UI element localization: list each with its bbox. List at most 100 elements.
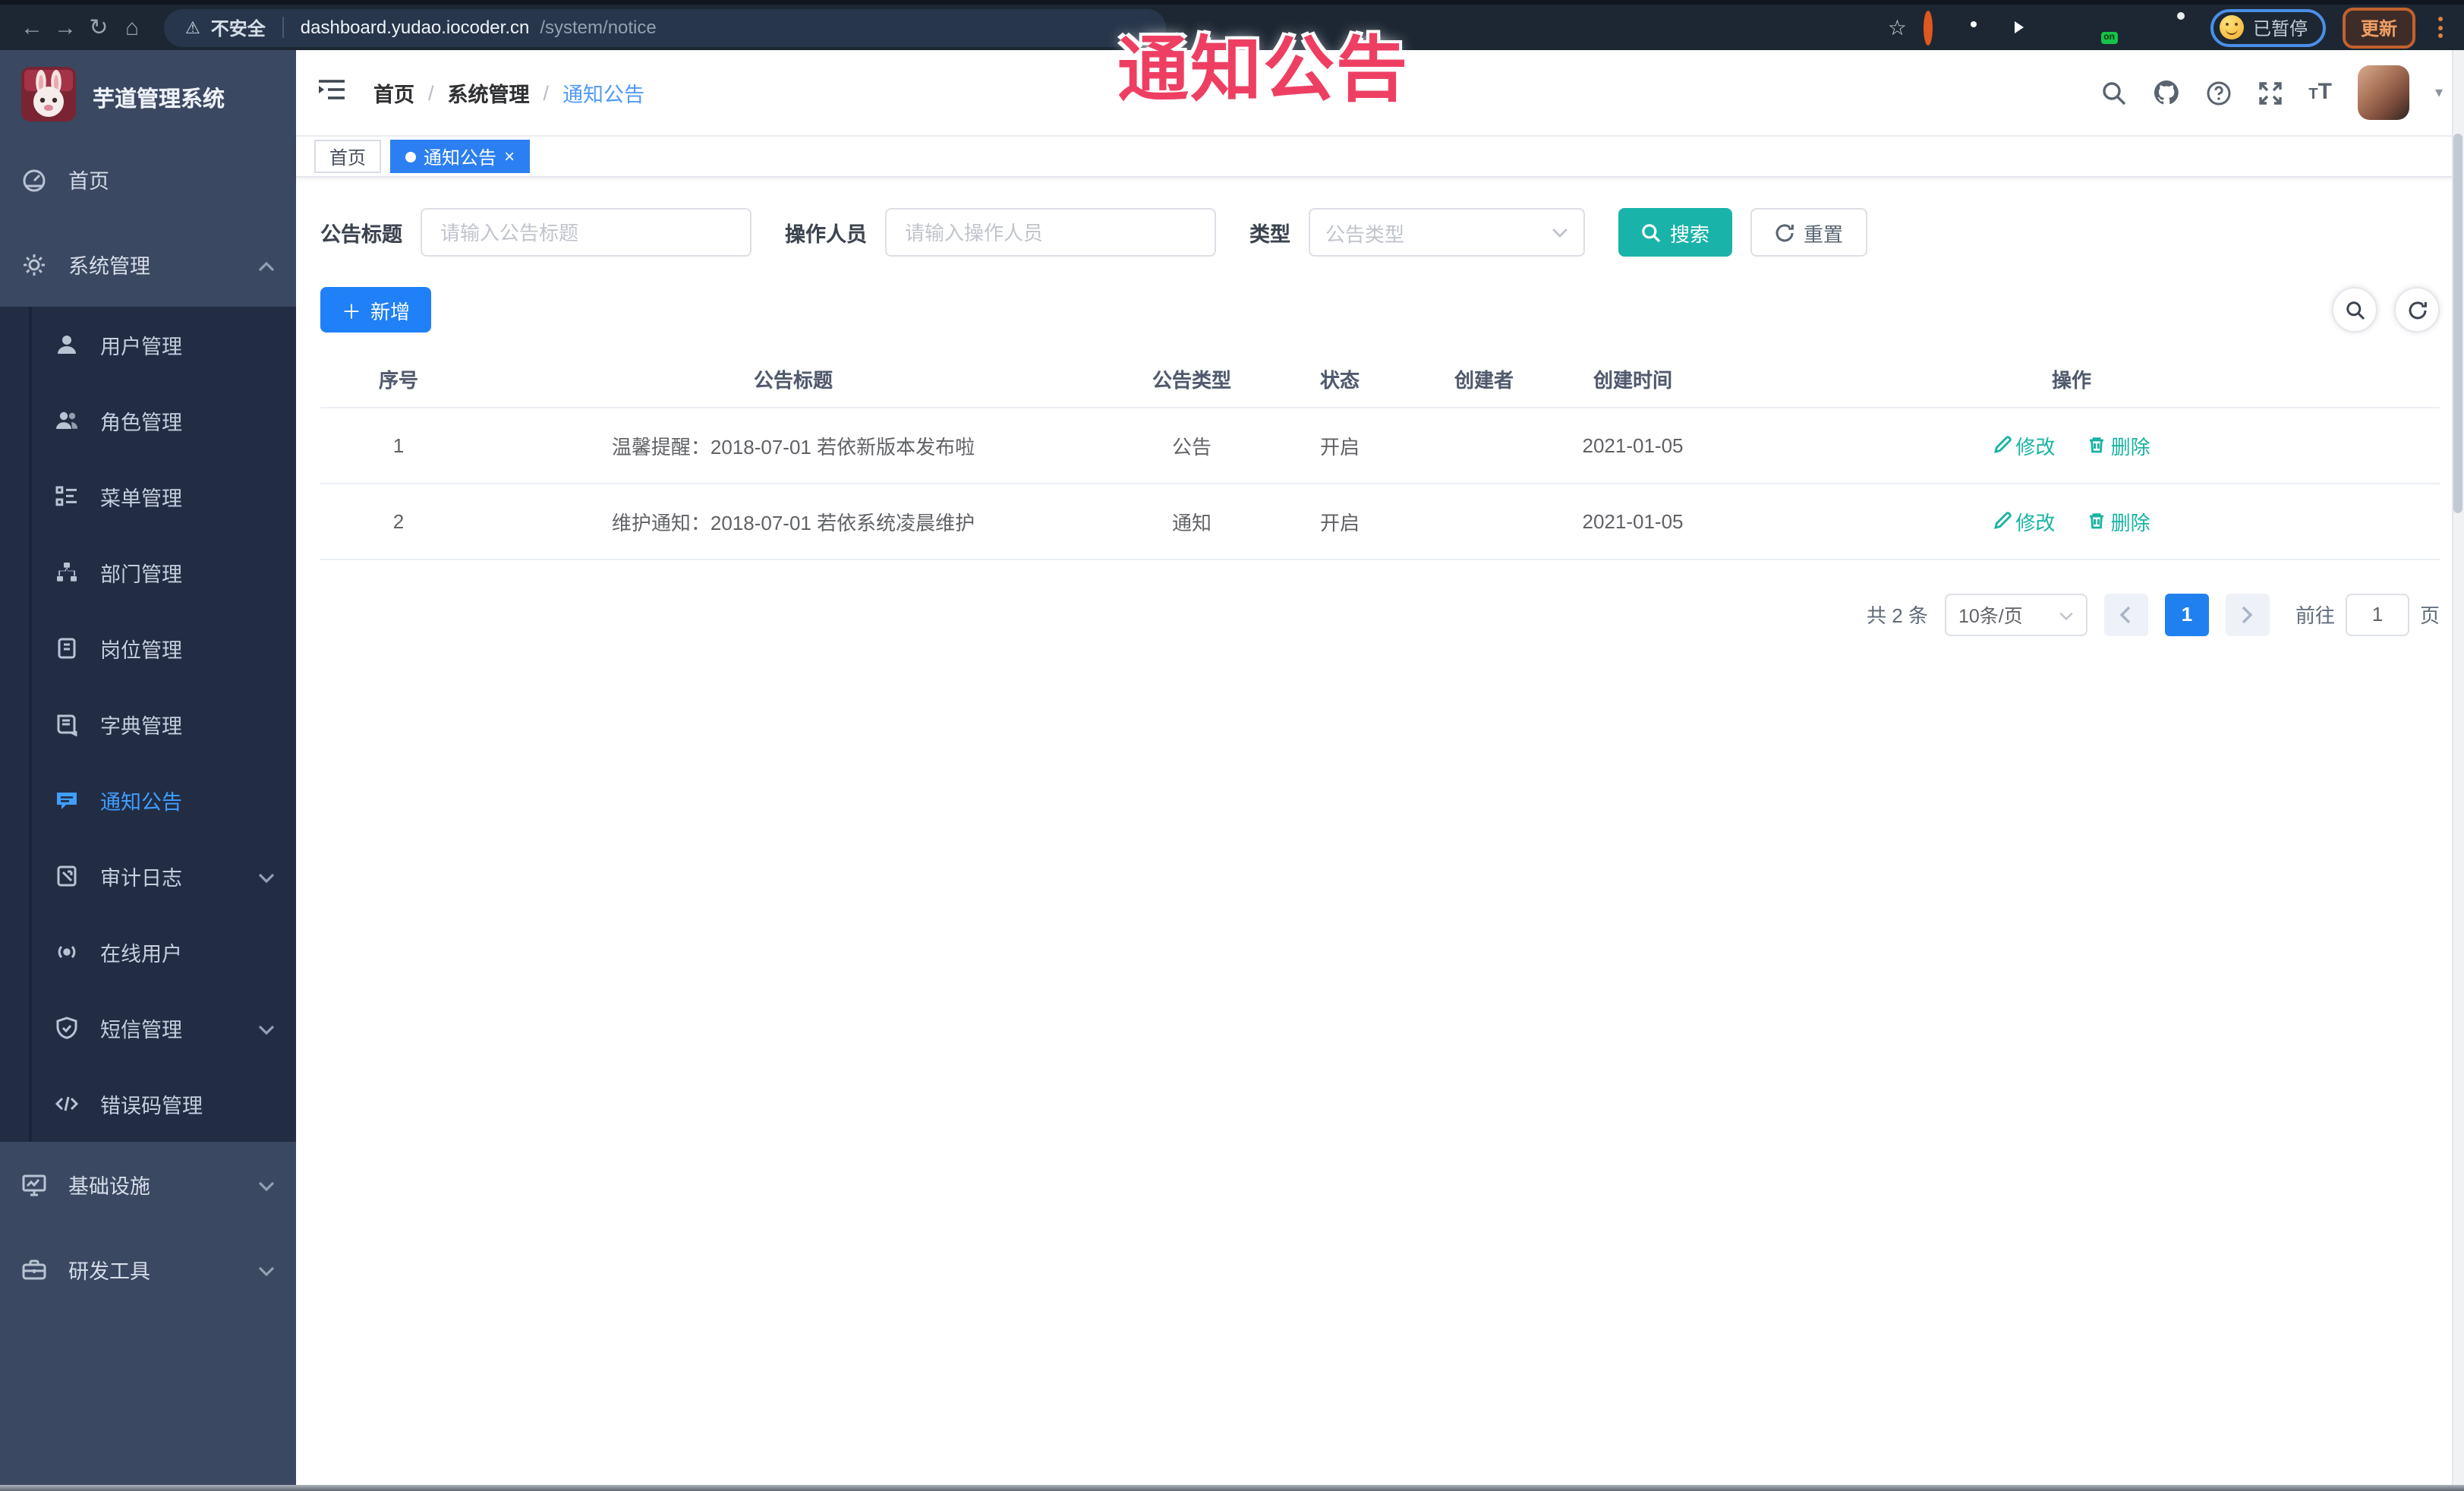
browser-menu-icon[interactable]: [2432, 14, 2449, 41]
table-row: 2 维护通知：2018-07-01 若依系统凌晨维护 通知 开启 2021-01…: [320, 483, 2440, 560]
page-content: 公告标题 操作人员 类型 公告类型 搜索 重置: [296, 178, 2464, 1491]
sidebar-item-user-mgmt[interactable]: 用户管理: [0, 307, 296, 383]
sidebar-item-system[interactable]: 系统管理: [0, 222, 296, 307]
font-size-icon[interactable]: TT: [2308, 79, 2332, 106]
goto-page-input[interactable]: [2345, 593, 2409, 635]
browser-back-icon[interactable]: ←: [15, 14, 49, 40]
col-header-type: 公告类型: [1110, 352, 1274, 408]
users-icon: [55, 408, 79, 433]
window-scrollbar-thumb[interactable]: [2453, 134, 2462, 513]
fullscreen-icon[interactable]: [2257, 80, 2283, 106]
profile-paused-chip[interactable]: 已暂停: [2210, 8, 2326, 46]
cell-created: 2021-01-05: [1562, 483, 1703, 560]
col-header-no: 序号: [320, 352, 477, 408]
extension-green-circle-icon[interactable]: [2006, 15, 2030, 39]
sidebar-item-role-mgmt[interactable]: 角色管理: [0, 383, 296, 459]
not-secure-warning-icon: ⚠: [185, 19, 200, 37]
window-scrollbar-track[interactable]: [2452, 50, 2464, 1485]
filter-operator-input[interactable]: [885, 208, 1216, 257]
cell-type: 通知: [1110, 483, 1274, 560]
extension-leaf-icon[interactable]: [2128, 15, 2153, 39]
sidebar-item-home[interactable]: 首页: [0, 137, 296, 222]
cell-creator: [1406, 407, 1562, 484]
delete-link[interactable]: 删除: [2088, 430, 2150, 459]
sidebar-item-audit-log[interactable]: 审计日志: [0, 838, 296, 914]
pagination: 共 2 条 10条/页 1 前往 页: [320, 593, 2440, 635]
not-secure-label: 不安全: [210, 17, 266, 39]
sidebar-logo-row[interactable]: 芋道管理系统: [0, 58, 296, 137]
cell-no: 1: [320, 407, 477, 484]
col-header-title: 公告标题: [477, 352, 1110, 408]
sidebar-item-errorcode-mgmt[interactable]: 错误码管理: [0, 1066, 296, 1142]
tag-close-icon[interactable]: ×: [504, 147, 515, 165]
edit-link[interactable]: 修改: [1993, 430, 2055, 459]
sidebar-item-sms-mgmt[interactable]: 短信管理: [0, 990, 296, 1066]
bookmark-star-icon[interactable]: ☆: [1888, 14, 1907, 40]
browser-forward-icon[interactable]: →: [49, 14, 82, 40]
avatar-caret-icon[interactable]: ▾: [2435, 84, 2443, 101]
tag-home[interactable]: 首页: [314, 140, 382, 173]
page-size-select[interactable]: 10条/页: [1944, 593, 2087, 635]
trash-icon: [2090, 437, 2104, 453]
breadcrumb-system[interactable]: 系统管理: [448, 77, 530, 108]
header-search-icon[interactable]: [2100, 80, 2126, 106]
cell-status: 开启: [1274, 483, 1406, 560]
next-page-button[interactable]: [2225, 593, 2270, 635]
extension-switch-icon[interactable]: on: [2087, 15, 2118, 44]
sidebar-item-dev-tools[interactable]: 研发工具: [0, 1227, 296, 1312]
app-logo: [21, 66, 76, 128]
prev-page-button[interactable]: [2103, 593, 2148, 635]
browser-home-icon[interactable]: ⌂: [115, 14, 149, 40]
cell-title: 维护通知：2018-07-01 若依系统凌晨维护: [477, 483, 1110, 560]
book-icon: [55, 712, 79, 736]
sidebar-item-menu-mgmt[interactable]: 菜单管理: [0, 459, 296, 534]
reset-button[interactable]: 重置: [1750, 208, 1868, 257]
breadcrumb-home[interactable]: 首页: [373, 77, 414, 108]
window-bottom-edge: [0, 1485, 2464, 1491]
toggle-search-button[interactable]: [2332, 287, 2377, 333]
cell-type: 公告: [1110, 407, 1274, 484]
user-avatar[interactable]: [2357, 65, 2409, 120]
add-button[interactable]: ＋ 新增: [320, 287, 432, 333]
tag-notice[interactable]: 通知公告 ×: [390, 140, 531, 173]
trash-icon: [2090, 513, 2104, 529]
help-icon[interactable]: [2205, 80, 2231, 106]
chrome-update-button[interactable]: 更新: [2342, 7, 2415, 48]
address-bar[interactable]: ⚠ 不安全 dashboard.yudao.iocoder.cn/system/…: [164, 8, 1166, 46]
chevron-down-icon: [258, 1173, 275, 1196]
sidebar-item-dict-mgmt[interactable]: 字典管理: [0, 686, 296, 762]
cell-actions: 修改 删除: [1703, 483, 2440, 560]
col-header-status: 状态: [1274, 352, 1406, 408]
breadcrumb-separator: /: [428, 81, 434, 104]
extension-pin-icon[interactable]: [1965, 15, 1989, 39]
chevron-down-icon: [258, 1017, 275, 1039]
extensions-puzzle-icon[interactable]: [2169, 15, 2194, 39]
github-icon[interactable]: [2152, 79, 2179, 106]
extension-orange-icon[interactable]: [1923, 11, 1948, 46]
sidebar-item-infrastructure[interactable]: 基础设施: [0, 1142, 296, 1227]
refresh-table-button[interactable]: [2394, 287, 2440, 333]
navbar-actions: TT ▾: [2100, 65, 2443, 120]
filter-type-select[interactable]: 公告类型: [1309, 208, 1585, 257]
sidebar-item-notice[interactable]: 通知公告: [0, 762, 296, 838]
extension-gem-icon[interactable]: [2047, 15, 2071, 39]
overlay-annotation: 通知公告: [1117, 29, 1409, 109]
delete-link[interactable]: 删除: [2088, 506, 2150, 535]
sidebar-item-post-mgmt[interactable]: 岗位管理: [0, 610, 296, 686]
sidebar-item-dept-mgmt[interactable]: 部门管理: [0, 534, 296, 610]
page-1-button[interactable]: 1: [2164, 593, 2209, 635]
chevron-down-icon: [258, 865, 275, 887]
pagination-total: 共 2 条: [1867, 604, 1928, 627]
extension-on-badge: on: [2100, 32, 2118, 44]
notice-table: 序号 公告标题 公告类型 状态 创建者 创建时间 操作 1 温馨提醒：2018-: [320, 352, 2440, 560]
edit-link[interactable]: 修改: [1993, 506, 2055, 535]
browser-reload-icon[interactable]: ↻: [82, 14, 115, 41]
filter-operator-label: 操作人员: [785, 223, 867, 246]
sidebar-collapse-icon[interactable]: [317, 77, 346, 109]
chevron-down-icon: [258, 1258, 275, 1281]
search-button[interactable]: 搜索: [1618, 208, 1733, 257]
filter-title-input[interactable]: [421, 208, 751, 257]
sidebar-item-online-users[interactable]: 在线用户: [0, 914, 296, 990]
cell-status: 开启: [1274, 407, 1406, 484]
chevron-up-icon: [258, 253, 275, 276]
